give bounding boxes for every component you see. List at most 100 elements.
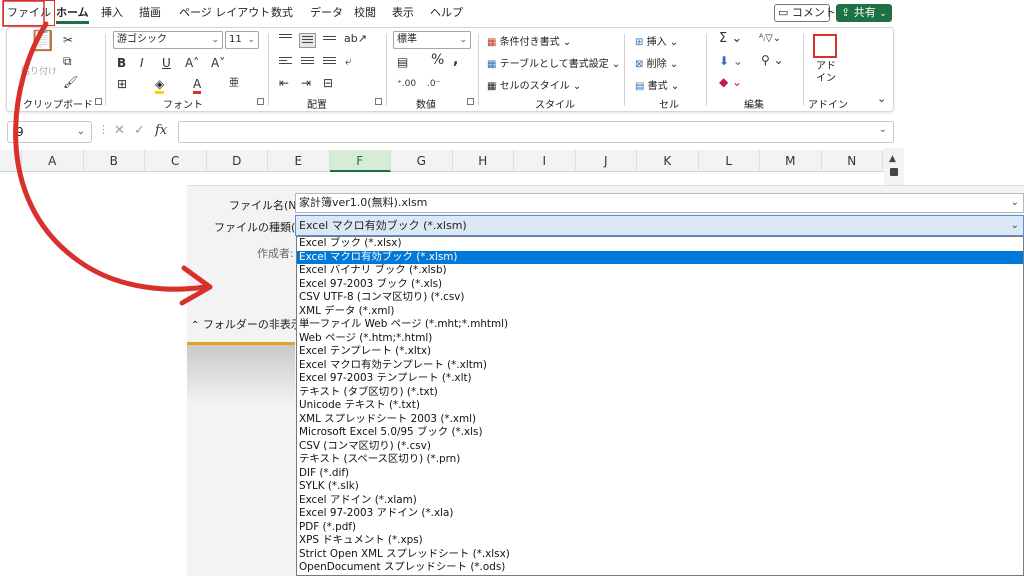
font-name-select[interactable]: 游ゴシック ⌄ <box>113 31 223 49</box>
format-as-table-button[interactable]: ▦ テーブルとして書式設定 ⌄ <box>487 55 620 70</box>
filetype-option[interactable]: Excel 97-2003 アドイン (*.xla) <box>297 507 1023 521</box>
decrease-font-icon[interactable]: A˅ <box>211 56 225 70</box>
align-top-icon[interactable] <box>279 34 292 45</box>
filetype-option[interactable]: Web ページ (*.htm;*.html) <box>297 332 1023 346</box>
autosum-icon[interactable]: Σ ⌄ <box>719 32 742 46</box>
tab-help[interactable]: ヘルプ <box>430 0 463 26</box>
orientation-icon[interactable]: ab↗ <box>344 32 367 46</box>
clear-icon[interactable]: ◆ ⌄ <box>719 75 742 89</box>
tab-file[interactable]: ファイル <box>3 0 55 26</box>
format-cells-button[interactable]: ▤ 書式 ⌄ <box>635 77 679 92</box>
column-header-c[interactable]: C <box>145 150 207 172</box>
filetype-option[interactable]: テキスト (スペース区切り) (*.prn) <box>297 453 1023 467</box>
sort-filter-icon[interactable]: ᴬᵢ▽⌄ <box>759 32 781 46</box>
enter-icon[interactable]: ✓ <box>134 123 145 138</box>
tab-home[interactable]: ホーム <box>56 0 89 26</box>
tab-data[interactable]: データ <box>310 0 343 26</box>
filetype-option[interactable]: Excel 97-2003 テンプレート (*.xlt) <box>297 372 1023 386</box>
alignment-launcher-icon[interactable] <box>375 98 382 105</box>
column-header-f[interactable]: F <box>329 150 391 172</box>
fill-icon[interactable]: ⬇ ⌄ <box>719 54 743 68</box>
column-header-e[interactable]: E <box>268 150 330 172</box>
filetype-option[interactable]: Excel 97-2003 ブック (*.xls) <box>297 278 1023 292</box>
name-box[interactable]: 9 ⌄ <box>7 121 92 143</box>
tab-view[interactable]: 表示 <box>392 0 414 26</box>
comment-button[interactable]: ▭ コメント <box>774 4 836 22</box>
formula-input[interactable]: ⌄ <box>178 121 894 143</box>
filetype-option[interactable]: CSV (コンマ区切り) (*.csv) <box>297 440 1023 454</box>
align-left-icon[interactable] <box>279 57 292 68</box>
tab-insert[interactable]: 挿入 <box>101 0 123 26</box>
filetype-option[interactable]: テキスト (タブ区切り) (*.txt) <box>297 386 1023 400</box>
addins-icon[interactable] <box>813 34 837 58</box>
number-format-select[interactable]: 標準 ⌄ <box>393 31 471 49</box>
column-header-a[interactable]: A <box>22 150 84 172</box>
align-right-icon[interactable] <box>323 57 336 68</box>
filetype-option[interactable]: XPS ドキュメント (*.xps) <box>297 534 1023 548</box>
tab-page-layout[interactable]: ページ レイアウト <box>179 0 270 26</box>
decrease-decimal-icon[interactable]: .0⁻ <box>427 77 440 91</box>
cut-icon[interactable]: ✂ <box>63 33 73 47</box>
scroll-up-icon[interactable]: ▲ <box>889 154 896 164</box>
tab-review[interactable]: 校閲 <box>354 0 376 26</box>
bold-button[interactable]: B <box>117 56 126 70</box>
filetype-select[interactable]: Excel マクロ有効ブック (*.xlsm) ⌄ <box>295 215 1024 236</box>
decrease-indent-icon[interactable]: ⇤ <box>279 76 289 90</box>
insert-cells-button[interactable]: ⊞ 挿入 ⌄ <box>635 33 678 48</box>
filetype-option[interactable]: OpenDocument スプレッドシート (*.ods) <box>297 561 1023 575</box>
fill-color-icon[interactable]: ◈ <box>155 77 165 94</box>
align-bottom-icon[interactable] <box>323 36 336 47</box>
underline-button[interactable]: U <box>162 56 171 70</box>
increase-indent-icon[interactable]: ⇥ <box>301 76 311 90</box>
filetype-option[interactable]: Strict Open XML スプレッドシート (*.xlsx) <box>297 548 1023 562</box>
increase-decimal-icon[interactable]: ⁺.00 <box>397 77 416 91</box>
font-launcher-icon[interactable] <box>257 98 264 105</box>
filetype-option[interactable]: Microsoft Excel 5.0/95 ブック (*.xls) <box>297 426 1023 440</box>
column-header-n[interactable]: N <box>822 150 883 172</box>
filetype-option[interactable]: Excel テンプレート (*.xltx) <box>297 345 1023 359</box>
italic-button[interactable]: I <box>140 56 144 70</box>
paste-icon[interactable]: 📋 <box>29 30 56 52</box>
percent-icon[interactable]: % <box>431 53 444 67</box>
filetype-option[interactable]: Excel マクロ有効ブック (*.xlsm) <box>297 250 1023 264</box>
select-all-corner[interactable] <box>0 150 22 172</box>
delete-cells-button[interactable]: ⊠ 削除 ⌄ <box>635 55 678 70</box>
column-header-b[interactable]: B <box>84 150 145 172</box>
align-middle-icon[interactable] <box>299 33 316 48</box>
currency-icon[interactable]: ▤ <box>397 55 408 69</box>
filetype-option[interactable]: Excel マクロ有効テンプレート (*.xltm) <box>297 359 1023 373</box>
insert-function-button[interactable]: fx <box>155 123 167 138</box>
column-header-d[interactable]: D <box>207 150 268 172</box>
merge-cells-icon[interactable]: ⊟ <box>323 76 333 90</box>
filename-field[interactable]: 家計簿ver1.0(無料).xlsm ⌄ <box>295 193 1024 213</box>
font-size-select[interactable]: 11 ⌄ <box>225 31 259 49</box>
filetype-option[interactable]: Excel ブック (*.xlsx) <box>297 237 1023 251</box>
number-launcher-icon[interactable] <box>467 98 474 105</box>
scroll-thumb[interactable] <box>890 168 898 176</box>
column-header-k[interactable]: K <box>637 150 699 172</box>
borders-icon[interactable]: ⊞ <box>117 77 127 91</box>
filetype-option[interactable]: Excel バイナリ ブック (*.xlsb) <box>297 264 1023 278</box>
format-painter-icon[interactable]: 🖌 <box>63 75 78 89</box>
filetype-option[interactable]: Excel アドイン (*.xlam) <box>297 494 1023 508</box>
cancel-icon[interactable]: ✕ <box>114 123 125 138</box>
align-center-icon[interactable] <box>301 57 314 68</box>
wrap-text-icon[interactable]: ⤶ <box>345 54 352 68</box>
filetype-option[interactable]: Unicode テキスト (*.txt) <box>297 399 1023 413</box>
phonetic-icon[interactable]: 亜 <box>229 77 239 91</box>
clipboard-launcher-icon[interactable] <box>95 98 102 105</box>
addins-label[interactable]: アド イン <box>816 61 836 85</box>
share-button[interactable]: ⇪ 共有 ⌄ <box>836 4 892 22</box>
column-header-j[interactable]: J <box>576 150 637 172</box>
find-select-icon[interactable]: ⚲ ⌄ <box>761 53 784 67</box>
comma-style-icon[interactable]: , <box>453 53 458 67</box>
filetype-option[interactable]: XML データ (*.xml) <box>297 305 1023 319</box>
filetype-option[interactable]: DIF (*.dif) <box>297 467 1023 481</box>
copy-icon[interactable]: ⧉ <box>63 54 72 68</box>
column-header-i[interactable]: I <box>514 150 576 172</box>
filetype-option[interactable]: SYLK (*.slk) <box>297 480 1023 494</box>
increase-font-icon[interactable]: A˄ <box>185 56 199 70</box>
cell-styles-button[interactable]: ▦ セルのスタイル ⌄ <box>487 77 581 92</box>
filetype-option[interactable]: CSV UTF-8 (コンマ区切り) (*.csv) <box>297 291 1023 305</box>
column-header-g[interactable]: G <box>391 150 453 172</box>
